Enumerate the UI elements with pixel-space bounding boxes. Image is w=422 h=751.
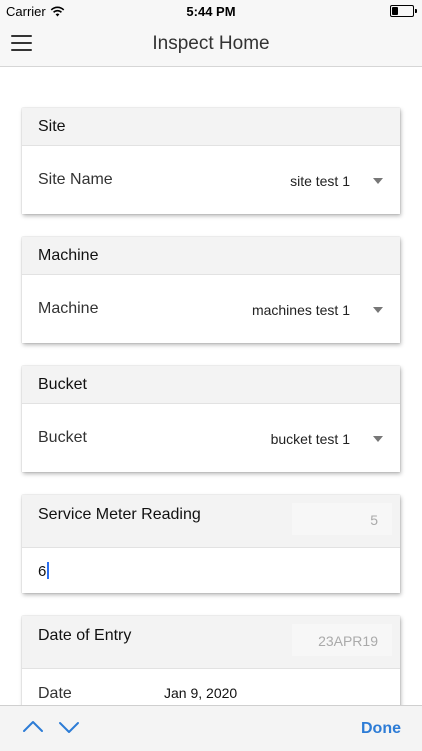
date-of-entry-previous-value: 23APR19 xyxy=(318,633,378,649)
navigation-bar: Inspect Home xyxy=(0,22,422,67)
site-name-label: Site Name xyxy=(38,171,113,188)
date-of-entry-header: Date of Entry 23APR19 xyxy=(22,616,400,669)
bucket-card-header: Bucket xyxy=(22,366,400,404)
service-meter-input-wrap: 6 xyxy=(38,562,50,580)
machine-card-header: Machine xyxy=(22,237,400,275)
service-meter-header: Service Meter Reading 5 xyxy=(22,495,400,548)
battery-icon xyxy=(390,5,417,17)
date-picker-field[interactable]: Date Jan 9, 2020 xyxy=(22,669,400,709)
service-meter-input[interactable]: 6 xyxy=(22,548,400,593)
status-bar: Carrier 5:44 PM xyxy=(0,0,422,22)
bucket-card-title: Bucket xyxy=(38,376,87,393)
dropdown-caret-icon[interactable] xyxy=(373,178,383,184)
bucket-value: bucket test 1 xyxy=(270,431,350,447)
bucket-card: Bucket Bucket bucket test 1 xyxy=(22,366,400,472)
bucket-label: Bucket xyxy=(38,429,87,446)
dropdown-caret-icon[interactable] xyxy=(373,436,383,442)
service-meter-previous-value: 5 xyxy=(370,512,378,528)
chevron-up-icon[interactable] xyxy=(22,716,44,738)
site-name-value: site test 1 xyxy=(290,173,350,189)
date-of-entry-title: Date of Entry xyxy=(38,627,132,644)
service-meter-card: Service Meter Reading 5 6 xyxy=(22,495,400,593)
date-of-entry-card: Date of Entry 23APR19 Date Jan 9, 2020 xyxy=(22,616,400,716)
machine-label: Machine xyxy=(38,300,99,317)
machine-card: Machine Machine machines test 1 xyxy=(22,237,400,343)
chevron-down-icon[interactable] xyxy=(58,716,80,738)
date-label: Date xyxy=(38,685,72,702)
done-button[interactable]: Done xyxy=(361,720,401,738)
date-value: Jan 9, 2020 xyxy=(164,685,238,701)
site-name-select[interactable]: Site Name site test 1 xyxy=(22,146,400,214)
bucket-select[interactable]: Bucket bucket test 1 xyxy=(22,404,400,472)
status-time: 5:44 PM xyxy=(186,4,236,19)
machine-card-title: Machine xyxy=(38,247,99,264)
text-cursor xyxy=(47,562,50,579)
site-card-title: Site xyxy=(38,118,66,135)
service-meter-title: Service Meter Reading xyxy=(38,506,201,523)
machine-value: machines test 1 xyxy=(251,302,350,318)
machine-select[interactable]: Machine machines test 1 xyxy=(22,275,400,343)
keyboard-accessory-toolbar: Done xyxy=(0,705,422,751)
site-card-header: Site xyxy=(22,108,400,146)
service-meter-input-value: 6 xyxy=(38,563,47,580)
dropdown-caret-icon[interactable] xyxy=(373,307,383,313)
site-card: Site Site Name site test 1 xyxy=(22,108,400,214)
page-title: Inspect Home xyxy=(152,33,270,54)
